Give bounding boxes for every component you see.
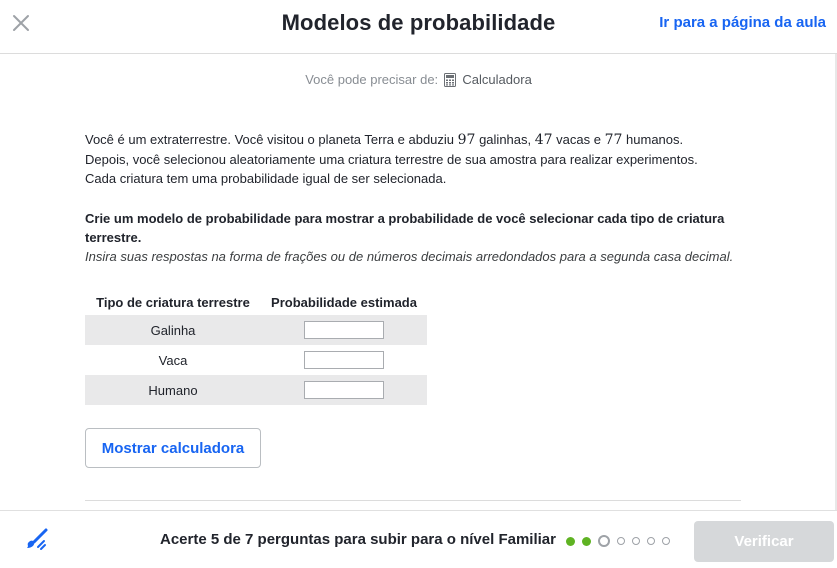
calculator-icon [443, 73, 456, 87]
problem-text: vacas e [552, 132, 605, 147]
cows-count: 47 [534, 132, 553, 148]
progress-dots [566, 535, 677, 547]
progress-dot-done [582, 536, 591, 546]
probability-cell [261, 345, 427, 375]
creature-label: Vaca [158, 352, 188, 368]
progress-dot-done [566, 536, 575, 546]
divider [85, 500, 741, 501]
level-goal-text: Acerte 5 de 7 perguntas para subir para … [160, 531, 556, 548]
humans-count: 77 [604, 132, 623, 148]
problem-text: Você é um extraterrestre. Você visitou o… [85, 132, 458, 147]
task-instructions: Crie um modelo de probabilidade para mos… [85, 209, 745, 266]
progress-dot-todo [617, 537, 625, 545]
progress-dot-current [598, 535, 610, 547]
verify-button[interactable]: Verificar [694, 521, 834, 562]
problem-line-3: Cada criatura tem uma probabilidade igua… [85, 171, 447, 186]
problem-line-1: Você é um extraterrestre. Você visitou o… [85, 130, 745, 150]
probability-input-humano[interactable] [304, 381, 384, 399]
brush-icon[interactable] [24, 525, 50, 553]
go-to-lesson-link[interactable]: Ir para a página da aula [659, 14, 826, 31]
problem-statement: Você é um extraterrestre. Você visitou o… [85, 130, 745, 188]
creature-label: Galinha [85, 315, 261, 345]
top-bar: Modelos de probabilidade Ir para a págin… [0, 0, 837, 54]
calculator-hint-tool: Calculadora [462, 72, 532, 87]
progress-dot-todo [662, 537, 670, 545]
calculator-hint-prefix: Você pode precisar de: [305, 72, 439, 87]
problem-text: galinhas, [475, 132, 535, 147]
creature-label: Humano [85, 375, 261, 405]
task-prompt: Crie um modelo de probabilidade para mos… [85, 211, 725, 245]
probability-table: Tipo de criatura terrestre Probabilidade… [85, 290, 427, 405]
table-header-row: Tipo de criatura terrestre Probabilidade… [85, 290, 427, 315]
column-header-probability: Probabilidade estimada [271, 295, 417, 310]
progress-dot-todo [647, 537, 655, 545]
column-header-creature: Tipo de criatura terrestre [96, 295, 250, 310]
bottom-bar: Acerte 5 de 7 perguntas para subir para … [0, 510, 837, 568]
problem-line-2: Depois, você selecionou aleatoriamente u… [85, 152, 698, 167]
answer-format-hint: Insira suas respostas na forma de fraçõe… [85, 249, 734, 264]
probability-input-galinha[interactable] [304, 321, 384, 339]
table-row: Galinha [85, 315, 427, 345]
table-row: Humano [85, 375, 427, 405]
probability-cell [261, 315, 427, 345]
probability-input-vaca[interactable] [304, 351, 384, 369]
calculator-hint: Você pode precisar de: Calculadora [0, 72, 837, 87]
problem-text: humanos. [622, 132, 684, 147]
progress-dot-todo [632, 537, 640, 545]
table-row: Vaca [85, 345, 427, 375]
chickens-count: 97 [457, 132, 476, 148]
probability-cell [261, 375, 427, 405]
show-calculator-button[interactable]: Mostrar calculadora [85, 428, 261, 468]
